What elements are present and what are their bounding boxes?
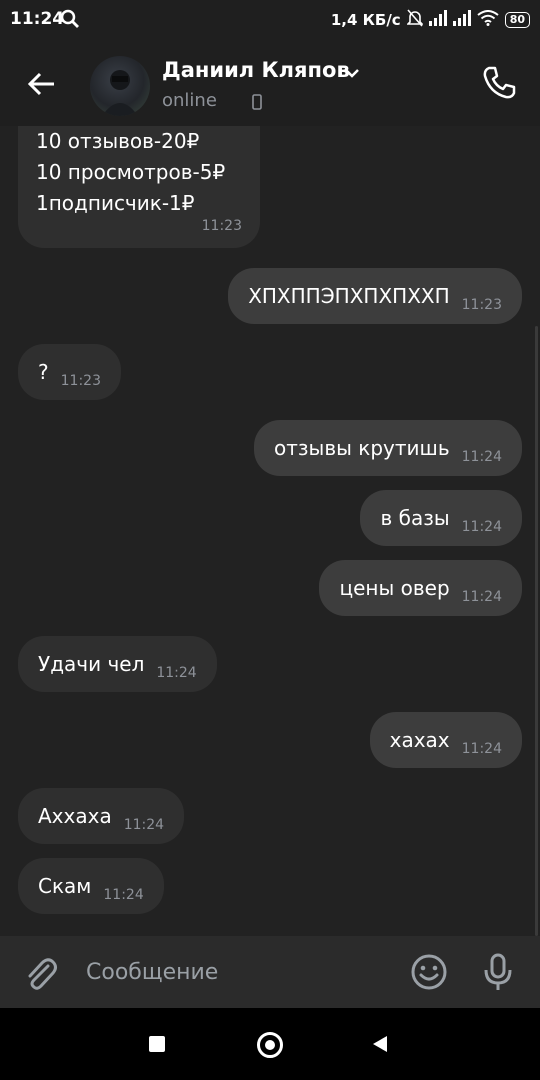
microphone-icon[interactable] (482, 952, 514, 996)
message-time: 11:23 (201, 218, 242, 234)
home-button[interactable] (257, 1032, 283, 1058)
signal-icon (428, 10, 447, 30)
message-text: отзывы крутишь (274, 436, 450, 460)
phone-icon (252, 94, 262, 114)
mute-icon (405, 9, 424, 31)
contact-name[interactable]: Даниил Кляпов (162, 58, 350, 82)
message-composer (0, 936, 540, 1008)
battery-indicator: 80 (504, 12, 530, 28)
message-time: 11:24 (461, 519, 502, 535)
message-time: 11:24 (156, 665, 197, 681)
recents-button[interactable] (149, 1036, 165, 1052)
message-outgoing[interactable]: цены овер 11:24 (319, 560, 522, 616)
message-line: 1подписчик-1₽ (36, 191, 195, 215)
message-outgoing[interactable]: хахах 11:24 (369, 712, 522, 768)
message-outgoing[interactable]: ХПХППЭПХПХПХХП 11:23 (228, 268, 522, 324)
message-text: Удачи чел (38, 652, 145, 676)
message-time: 11:24 (461, 449, 502, 465)
message-time: 11:24 (123, 817, 165, 833)
message-time: 11:24 (461, 741, 502, 757)
message-line: 10 просмотров-5₽ (36, 160, 226, 184)
avatar[interactable] (90, 56, 150, 116)
network-speed: 1,4 КБ/с (330, 11, 401, 29)
status-indicators: 1,4 КБ/с 80 (331, 9, 530, 31)
message-outgoing[interactable]: в базы 11:24 (360, 490, 522, 546)
message-input[interactable] (86, 954, 386, 990)
back-button[interactable] (24, 66, 60, 102)
call-icon (483, 66, 516, 99)
message-time: 11:24 (103, 887, 144, 903)
contact-status: online (162, 90, 217, 111)
message-text: цены овер (339, 576, 450, 600)
message-text: хахах (389, 728, 450, 752)
message-text: Аххаха (38, 804, 112, 828)
message-text: Скам (38, 874, 92, 898)
chevron-down-icon[interactable] (344, 64, 360, 83)
message-text: ХПХППЭПХПХПХХП (248, 284, 450, 308)
message-time: 11:23 (60, 373, 101, 389)
system-nav-bar (0, 1008, 540, 1080)
message-incoming[interactable]: ? 11:23 (18, 344, 121, 400)
message-text: в базы (380, 506, 450, 530)
search-icon (60, 9, 80, 33)
status-bar: 11:24 1,4 КБ/с 80 (0, 0, 540, 40)
smile-icon[interactable] (410, 953, 448, 995)
chat-header: Даниил Кляпов online (0, 40, 540, 126)
call-button[interactable] (480, 64, 518, 102)
scrollbar[interactable] (535, 326, 538, 936)
back-arrow-icon (27, 72, 54, 96)
message-incoming[interactable]: 10 отзывов-20₽ 10 просмотров-5₽ 1подписч… (18, 126, 260, 248)
message-incoming[interactable]: Удачи чел 11:24 (18, 636, 217, 692)
signal-icon-2 (452, 10, 471, 30)
message-text: ? (38, 360, 49, 384)
message-list[interactable]: 10 отзывов-20₽ 10 просмотров-5₽ 1подписч… (0, 126, 540, 936)
message-incoming[interactable]: Аххаха 11:24 (18, 788, 185, 844)
wifi-icon (477, 10, 499, 30)
system-back-button[interactable] (371, 1034, 389, 1058)
message-outgoing[interactable]: отзывы крутишь 11:24 (254, 420, 522, 476)
message-line: 10 отзывов-20₽ (36, 129, 200, 153)
message-incoming[interactable]: Скам 11:24 (18, 858, 164, 914)
status-time: 11:24 (10, 9, 65, 29)
message-time: 11:24 (461, 589, 502, 605)
paperclip-icon[interactable] (22, 952, 58, 996)
message-time: 11:23 (461, 297, 502, 313)
